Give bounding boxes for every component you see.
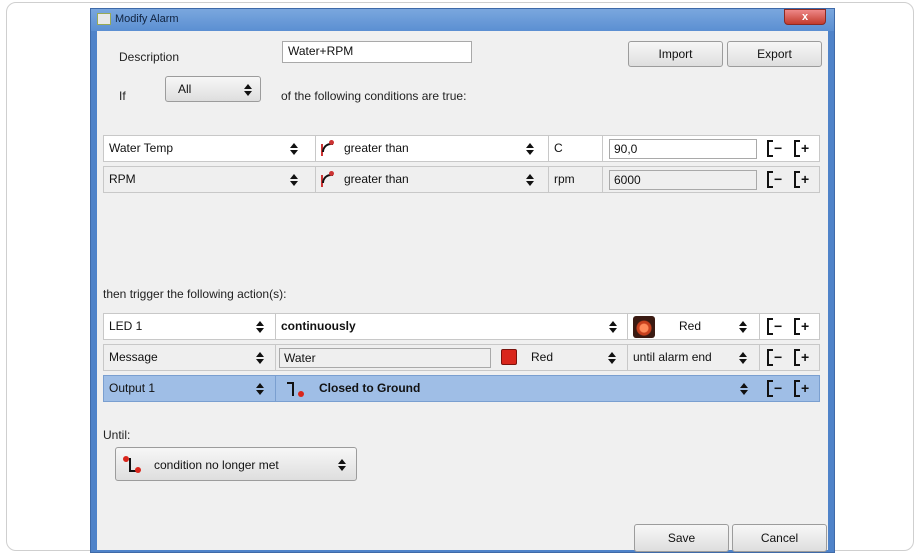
- dialog-body: Description Water+RPM Import Export If A…: [97, 31, 828, 552]
- up-down-arrows-icon: [739, 352, 747, 364]
- close-button[interactable]: x: [784, 9, 826, 25]
- message-duration: until alarm end: [633, 350, 712, 364]
- action-target-select[interactable]: Output 1: [104, 376, 276, 401]
- condition-value-input[interactable]: 6000: [609, 170, 757, 190]
- up-down-arrows-icon: [608, 352, 616, 364]
- add-action-button[interactable]: +: [794, 349, 810, 367]
- remove-action-button[interactable]: −: [767, 380, 783, 398]
- if-condition-select[interactable]: All: [165, 76, 261, 102]
- led-indicator-icon: [633, 316, 655, 338]
- until-select[interactable]: condition no longer met: [115, 447, 357, 481]
- save-button[interactable]: Save: [634, 524, 729, 552]
- window-title: Modify Alarm: [115, 13, 179, 25]
- remove-condition-button[interactable]: −: [767, 140, 783, 158]
- up-down-arrows-icon: [290, 174, 298, 186]
- up-down-arrows-icon: [739, 321, 747, 333]
- led-color-select[interactable]: Red: [659, 314, 760, 339]
- up-down-arrows-icon: [526, 143, 534, 155]
- up-down-arrows-icon: [609, 321, 617, 333]
- message-color-select[interactable]: Red: [522, 345, 628, 370]
- condition-channel-select[interactable]: RPM: [104, 167, 316, 192]
- up-down-arrows-icon: [526, 174, 534, 186]
- condition-operator-select[interactable]: greater than: [339, 167, 549, 192]
- led-mode-select[interactable]: continuously: [276, 314, 628, 339]
- condition-operator: greater than: [344, 141, 409, 155]
- up-down-arrows-icon: [256, 383, 264, 395]
- action-target-select[interactable]: LED 1: [104, 314, 276, 339]
- title-bar[interactable]: Modify Alarm x: [91, 9, 834, 31]
- modify-alarm-window: Modify Alarm x Description Water+RPM Imp…: [90, 8, 835, 553]
- add-action-button[interactable]: +: [794, 318, 810, 336]
- condition-operator: greater than: [344, 172, 409, 186]
- action-target: Message: [109, 350, 158, 364]
- message-text-input[interactable]: Water: [279, 348, 491, 368]
- up-down-arrows-icon: [740, 383, 748, 395]
- up-down-arrows-icon: [290, 143, 298, 155]
- condition-operator-select[interactable]: greater than: [339, 136, 549, 161]
- message-duration-select[interactable]: until alarm end: [628, 345, 760, 370]
- remove-condition-button[interactable]: −: [767, 171, 783, 189]
- remove-action-button[interactable]: −: [767, 349, 783, 367]
- closed-to-ground-icon: [286, 380, 306, 398]
- export-button[interactable]: Export: [727, 41, 822, 67]
- up-down-arrows-icon: [338, 459, 346, 471]
- until-value: condition no longer met: [154, 458, 279, 472]
- condition-value-input[interactable]: 90,0: [609, 139, 757, 159]
- action-row-led[interactable]: LED 1 continuously Red − +: [103, 313, 820, 340]
- cancel-button[interactable]: Cancel: [732, 524, 827, 552]
- condition-channel: Water Temp: [109, 141, 174, 155]
- description-label: Description: [119, 50, 180, 64]
- actions-heading: then trigger the following action(s):: [103, 287, 287, 301]
- add-condition-button[interactable]: +: [794, 171, 810, 189]
- up-down-arrows-icon: [244, 84, 252, 96]
- if-select-value: All: [178, 82, 192, 96]
- action-target-select[interactable]: Message: [104, 345, 276, 370]
- step-transition-icon: [123, 456, 143, 474]
- conditions-text: of the following conditions are true:: [281, 89, 467, 103]
- app-icon: [97, 13, 111, 25]
- up-down-arrows-icon: [256, 321, 264, 333]
- add-action-button[interactable]: +: [794, 380, 810, 398]
- condition-row-rpm[interactable]: RPM greater than rpm 6000 − +: [103, 166, 820, 193]
- red-color-swatch-icon: [501, 349, 517, 365]
- remove-action-button[interactable]: −: [767, 318, 783, 336]
- import-button[interactable]: Import: [628, 41, 723, 67]
- action-row-output[interactable]: Output 1 Closed to Ground − +: [103, 375, 820, 402]
- condition-unit: rpm: [549, 167, 603, 192]
- action-target: LED 1: [109, 319, 143, 333]
- threshold-curve-icon: [317, 140, 335, 158]
- output-state: Closed to Ground: [319, 381, 421, 395]
- up-down-arrows-icon: [256, 352, 264, 364]
- message-color: Red: [531, 350, 554, 364]
- condition-unit: C: [549, 136, 603, 161]
- threshold-curve-icon: [317, 171, 335, 189]
- condition-row-water-temp[interactable]: Water Temp greater than C 90,0 − +: [103, 135, 820, 162]
- action-target: Output 1: [109, 381, 156, 395]
- action-row-message[interactable]: Message Water Red until alarm end − +: [103, 344, 820, 371]
- condition-channel-select[interactable]: Water Temp: [104, 136, 316, 161]
- until-label: Until:: [103, 428, 131, 442]
- led-color: Red: [679, 319, 702, 333]
- description-input[interactable]: Water+RPM: [282, 41, 472, 63]
- if-label: If: [119, 89, 126, 103]
- led-mode: continuously: [281, 319, 356, 333]
- output-state-select[interactable]: Closed to Ground: [314, 376, 760, 401]
- condition-channel: RPM: [109, 172, 136, 186]
- add-condition-button[interactable]: +: [794, 140, 810, 158]
